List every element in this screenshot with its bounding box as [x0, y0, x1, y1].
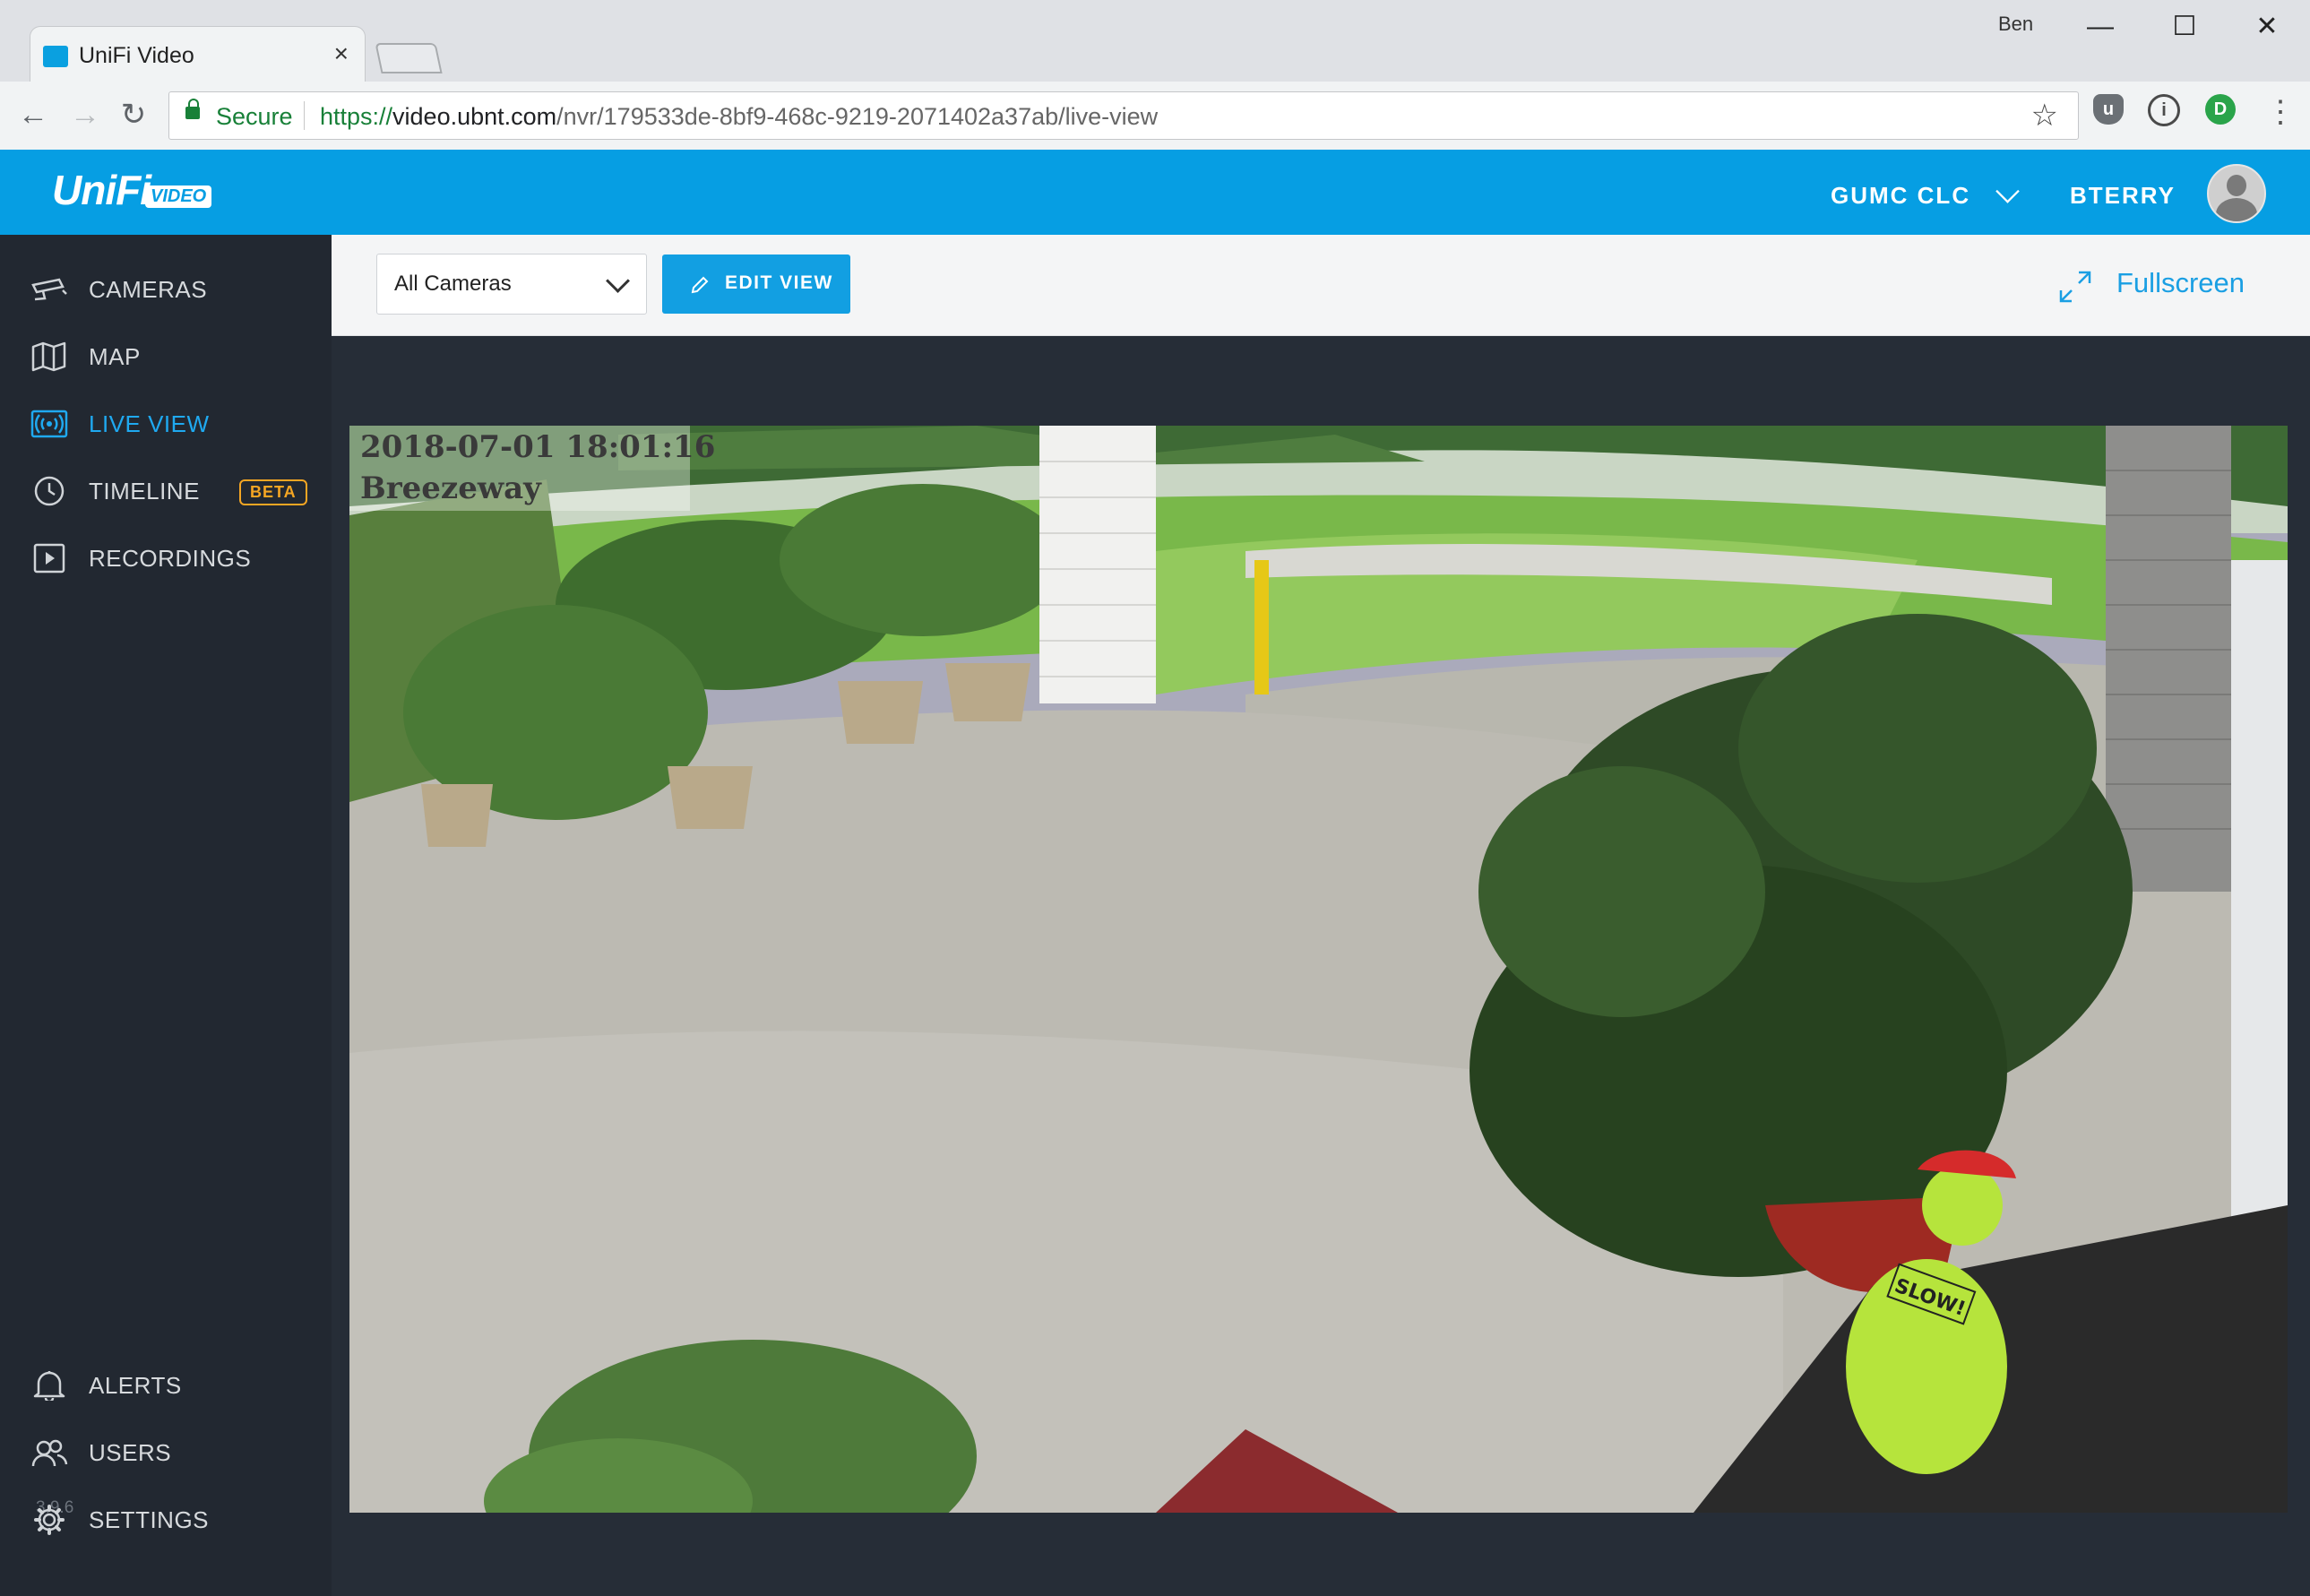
live-view-stage: SLOW! 2018-07-01 18:01:16 Breezeway [332, 336, 2310, 1596]
sidebar-item-settings[interactable]: SETTINGS [0, 1493, 332, 1547]
unifi-favicon-icon [43, 46, 68, 67]
bookmark-star-icon[interactable]: ☆ [2031, 98, 2058, 134]
browser-titlebar: UniFi Video × Ben — ☐ ✕ [0, 0, 2310, 82]
sidebar-item-users[interactable]: USERS [0, 1426, 332, 1480]
sidebar-item-label: CAMERAS [89, 276, 208, 303]
bell-icon [33, 1371, 65, 1401]
profile-name[interactable]: Ben [1998, 13, 2033, 36]
secure-label: Secure [216, 103, 293, 130]
camera-filter-select[interactable]: All Cameras [376, 254, 647, 315]
tab-title: UniFi Video [79, 43, 194, 68]
back-arrow-icon[interactable]: ← [11, 92, 56, 137]
app-header: UniFi VIDEO GUMC CLC BTERRY [0, 150, 2310, 235]
sidebar-item-label: LIVE VIEW [89, 410, 210, 437]
avatar-head [2227, 175, 2246, 196]
sidebar-item-cameras[interactable]: CAMERAS [0, 263, 332, 316]
sidebar: CAMERAS MAP LIVE VIEW TIMELINE BETA RECO… [0, 235, 332, 1596]
address-bar[interactable]: Secure https://video.ubnt.com/nvr/179533… [168, 91, 2079, 140]
browser-chrome: UniFi Video × Ben — ☐ ✕ ← → ↻ Secure htt… [0, 0, 2310, 151]
play-icon [33, 543, 65, 574]
chevron-down-icon[interactable] [1995, 179, 2020, 203]
info-extension-icon[interactable]: i [2148, 94, 2180, 126]
sidebar-item-recordings[interactable]: RECORDINGS [0, 531, 332, 585]
gear-icon [34, 1505, 65, 1535]
chevron-down-icon [606, 269, 630, 293]
avatar[interactable] [2207, 164, 2266, 223]
lock-icon [185, 99, 200, 119]
new-tab-button[interactable] [375, 43, 443, 73]
map-icon [31, 341, 66, 372]
ublock-extension-icon[interactable]: u [2093, 94, 2124, 125]
sidebar-item-label: SETTINGS [89, 1506, 210, 1533]
sidebar-item-label: ALERTS [89, 1372, 182, 1399]
camera-filter-value: All Cameras [394, 272, 512, 296]
close-window-button[interactable]: ✕ [2240, 7, 2294, 47]
sidebar-item-map[interactable]: MAP [0, 330, 332, 384]
unifi-video-logo-badge: VIDEO [145, 185, 212, 208]
users-icon [31, 1439, 68, 1467]
sidebar-item-alerts[interactable]: ALERTS [0, 1359, 332, 1412]
camera-icon [31, 278, 67, 301]
feed-camera-name: Breezeway [360, 470, 541, 506]
live-view-icon [30, 410, 68, 438]
unifi-logo[interactable]: UniFi [52, 166, 151, 214]
browser-toolbar: ← → ↻ Secure https://video.ubnt.com/nvr/… [0, 82, 2310, 151]
browser-menu-icon[interactable]: ⋮ [2265, 94, 2296, 130]
username[interactable]: BTERRY [2070, 182, 2176, 210]
view-toolbar: All Cameras EDIT VIEW Fullscreen [332, 235, 2310, 336]
sidebar-item-timeline[interactable]: TIMELINE BETA [0, 464, 332, 518]
maximize-button[interactable]: ☐ [2158, 7, 2211, 47]
edit-view-label: EDIT VIEW [725, 272, 833, 293]
browser-tab[interactable]: UniFi Video × [30, 26, 366, 82]
sidebar-item-label: TIMELINE [89, 478, 200, 505]
url-text[interactable]: https://video.ubnt.com/nvr/179533de-8bf9… [320, 103, 1158, 131]
camera-feed-image: SLOW! [349, 426, 2288, 1513]
camera-feed[interactable]: SLOW! 2018-07-01 18:01:16 Breezeway [349, 426, 2288, 1513]
reload-icon[interactable]: ↻ [111, 92, 156, 137]
feed-timestamp: 2018-07-01 18:01:16 [360, 429, 716, 465]
forward-arrow-icon[interactable]: → [63, 92, 108, 137]
sidebar-item-label: USERS [89, 1439, 172, 1466]
grammarly-extension-icon[interactable]: D [2205, 94, 2236, 125]
tab-close-icon[interactable]: × [334, 39, 349, 68]
fullscreen-label: Fullscreen [2116, 267, 2245, 298]
minimize-button[interactable]: — [2073, 7, 2127, 47]
sidebar-item-label: MAP [89, 343, 141, 370]
beta-badge: BETA [239, 479, 307, 505]
sidebar-item-label: RECORDINGS [89, 545, 252, 572]
edit-view-button[interactable]: EDIT VIEW [662, 254, 850, 314]
clock-icon [34, 476, 65, 506]
expand-icon [2059, 271, 2091, 303]
pencil-icon [691, 276, 709, 294]
url-separator [304, 101, 305, 130]
sidebar-item-live-view[interactable]: LIVE VIEW [0, 397, 332, 451]
avatar-body [2216, 198, 2257, 221]
site-selector[interactable]: GUMC CLC [1831, 182, 1970, 210]
